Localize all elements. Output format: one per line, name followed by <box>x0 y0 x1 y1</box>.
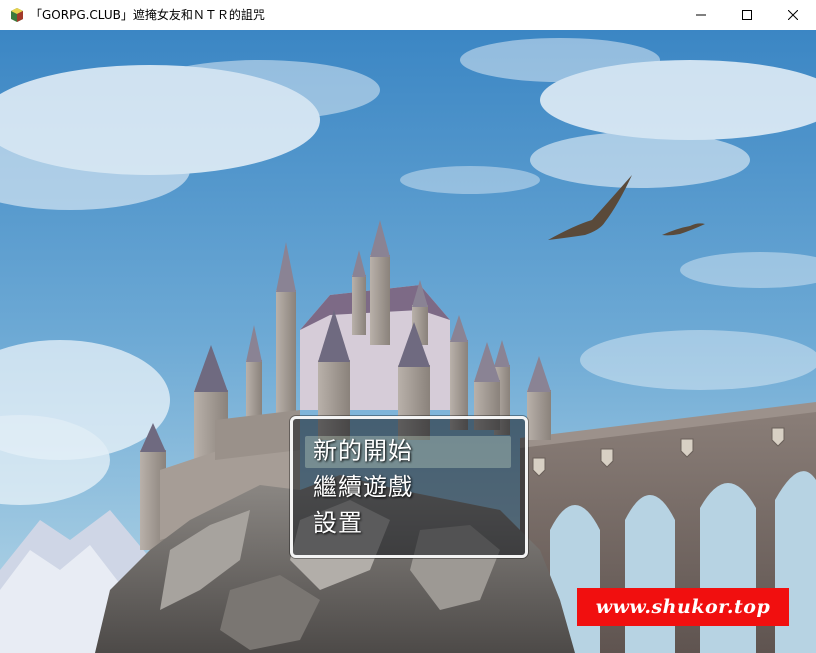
menu-item-continue[interactable]: 繼續遊戲 <box>313 471 413 503</box>
window-titlebar: 「GORPG.CLUB」遮掩女友和ＮＴＲ的詛咒 <box>0 0 816 30</box>
game-canvas[interactable]: 新的開始 繼續遊戲 設置 www.shukor.top <box>0 30 816 653</box>
menu-item-new-game[interactable]: 新的開始 <box>313 435 413 467</box>
close-button[interactable] <box>770 0 816 30</box>
close-icon <box>788 10 798 20</box>
minimize-button[interactable] <box>678 0 724 30</box>
maximize-icon <box>742 10 752 20</box>
title-command-window: 新的開始 繼續遊戲 設置 <box>290 416 528 558</box>
watermark-text: www.shukor.top <box>595 596 771 618</box>
watermark-banner: www.shukor.top <box>577 588 789 626</box>
menu-item-options[interactable]: 設置 <box>313 507 363 539</box>
title-background <box>0 30 816 653</box>
window-title: 「GORPG.CLUB」遮掩女友和ＮＴＲ的詛咒 <box>30 8 265 22</box>
minimize-icon <box>696 14 706 16</box>
rpgmaker-icon <box>11 8 23 22</box>
maximize-button[interactable] <box>724 0 770 30</box>
